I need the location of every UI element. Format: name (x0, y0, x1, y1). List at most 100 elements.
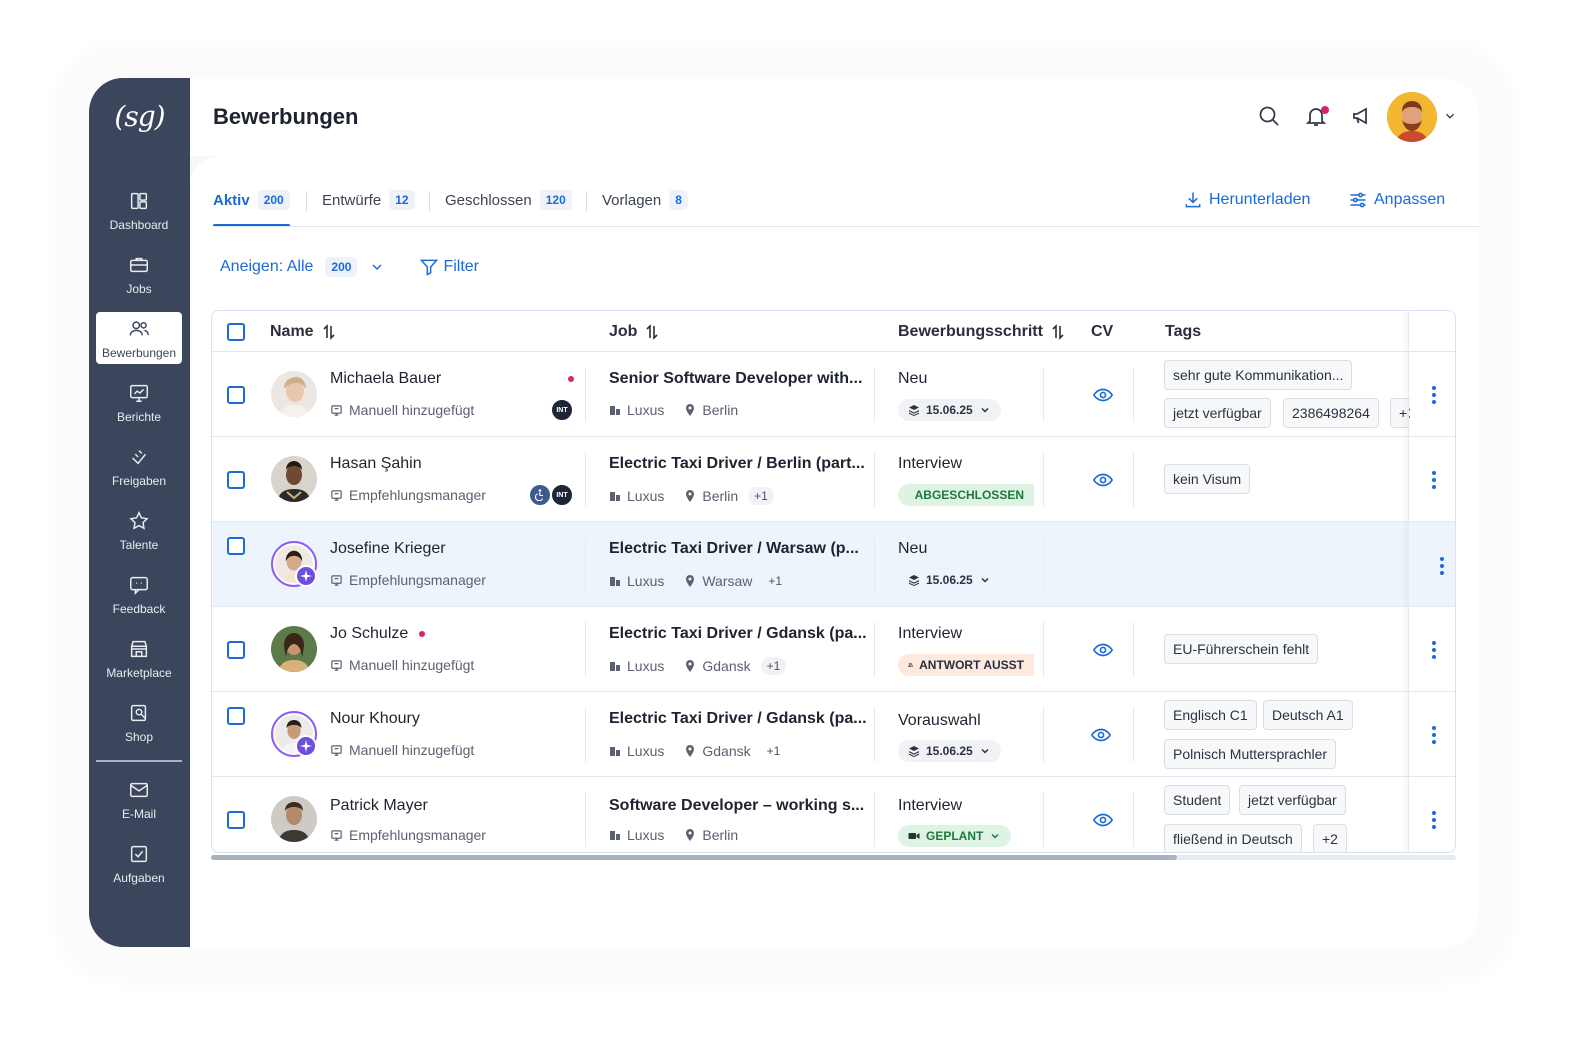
table-row[interactable]: Josefine Krieger Empfehlungsmanager Elec… (212, 522, 1455, 607)
more-locations-chip[interactable]: +1 (762, 572, 788, 590)
sidebar-item-bewerbungen[interactable]: Bewerbungen (96, 312, 182, 364)
candidate-name[interactable]: Hasan Şahin (330, 455, 422, 473)
chevron-down-icon[interactable] (369, 259, 385, 275)
tag[interactable]: Polnisch Muttersprachler (1164, 739, 1337, 769)
cell-divider (1043, 452, 1044, 507)
tag[interactable]: Student (1164, 785, 1231, 815)
filter-icon[interactable] (419, 257, 439, 277)
filter-button[interactable]: Filter (443, 258, 479, 276)
tag-more[interactable]: +3 (1390, 398, 1410, 428)
sort-icon[interactable] (1051, 324, 1065, 340)
search-icon[interactable] (1257, 104, 1281, 128)
eye-icon[interactable] (1092, 469, 1114, 491)
more-locations-chip[interactable]: +1 (748, 487, 774, 505)
sidebar-item-email[interactable]: E-Mail (96, 773, 182, 825)
row-checkbox[interactable] (227, 641, 245, 659)
candidate-name[interactable]: Patrick Mayer (330, 797, 428, 815)
ads-dropdown-label[interactable]: Aneigen: Alle (220, 258, 313, 276)
candidate-avatar[interactable] (271, 456, 317, 502)
tag[interactable]: sehr gute Kommunikation... (1164, 360, 1353, 390)
sidebar-item-shop[interactable]: Shop (96, 696, 182, 748)
row-checkbox[interactable] (227, 471, 245, 489)
candidate-name[interactable]: Josefine Krieger (330, 540, 446, 558)
sidebar-item-feedback[interactable]: Feedback (96, 568, 182, 620)
accessibility-badge (529, 484, 551, 506)
row-checkbox[interactable] (227, 386, 245, 404)
scrollbar-thumb[interactable] (211, 855, 1177, 860)
cell-divider (1043, 367, 1044, 422)
step-status-chip[interactable]: 15.06.25 (898, 740, 1001, 762)
building-icon (610, 492, 620, 501)
tab-aktiv[interactable]: Aktiv 200 (213, 187, 290, 213)
job-title[interactable]: Electric Taxi Driver / Gdansk (pa... (609, 625, 867, 643)
table-row[interactable]: Nour Khoury Manuell hinzugefügt Electric… (212, 692, 1455, 777)
step-status-chip[interactable]: 15.06.25 (898, 569, 1001, 591)
candidate-avatar[interactable] (271, 796, 317, 842)
candidate-avatar[interactable] (271, 371, 317, 417)
job-title[interactable]: Electric Taxi Driver / Warsaw (p... (609, 540, 859, 558)
job-title[interactable]: Senior Software Developer with... (609, 370, 862, 388)
step-status-chip[interactable]: GEPLANT (898, 825, 1012, 847)
job-title[interactable]: Electric Taxi Driver / Berlin (part... (609, 455, 865, 473)
select-all-checkbox[interactable] (227, 323, 245, 341)
more-locations-chip[interactable]: +1 (760, 657, 787, 675)
sidebar-item-berichte[interactable]: Berichte (96, 376, 182, 428)
step-status-chip[interactable]: 15.06.25 (898, 399, 1001, 421)
download-button[interactable]: Herunterladen (1183, 190, 1310, 210)
tag[interactable]: kein Visum (1164, 464, 1251, 494)
eye-icon[interactable] (1090, 724, 1112, 746)
source-icon (331, 489, 342, 501)
source-icon (331, 574, 342, 586)
tag[interactable]: Deutsch A1 (1263, 700, 1353, 730)
candidate-avatar[interactable] (271, 626, 317, 672)
table-row[interactable]: Michaela Bauer Manuell hinzugefügt INT S… (212, 352, 1455, 437)
column-header-step[interactable]: Bewerbungsschritt (898, 323, 1065, 341)
sidebar-item-talente[interactable]: Talente (96, 504, 182, 556)
sidebar-item-marketplace[interactable]: Marketplace (96, 632, 182, 684)
step-status-chip[interactable]: ANTWORT AUSST (898, 654, 1034, 676)
megaphone-icon[interactable] (1350, 104, 1374, 128)
sidebar-item-dashboard[interactable]: Dashboard (96, 184, 182, 236)
table-row[interactable]: Jo Schulze Manuell hinzugefügt Electric … (212, 607, 1455, 692)
sidebar-item-jobs[interactable]: Jobs (96, 248, 182, 300)
location-pin-icon (686, 829, 695, 841)
tag[interactable]: Englisch C1 (1164, 700, 1257, 730)
tag[interactable]: 2386498264 (1283, 398, 1379, 428)
tab-geschlossen[interactable]: Geschlossen 120 (445, 187, 572, 213)
column-header-name[interactable]: Name (270, 323, 336, 341)
eye-icon[interactable] (1092, 384, 1114, 406)
candidate-name[interactable]: Jo Schulze (330, 625, 408, 643)
row-checkbox[interactable] (227, 811, 245, 829)
job-title[interactable]: Software Developer – working s... (609, 797, 864, 815)
user-avatar[interactable] (1387, 92, 1437, 142)
sort-icon[interactable] (645, 324, 659, 340)
app-logo[interactable]: (sg) (89, 100, 190, 133)
sort-icon[interactable] (322, 324, 336, 340)
unread-dot (419, 631, 425, 637)
candidate-name[interactable]: Nour Khoury (330, 710, 420, 728)
eye-icon[interactable] (1092, 809, 1114, 831)
chevron-down-icon[interactable] (1443, 109, 1457, 123)
step-status-chip[interactable]: ABGESCHLOSSEN (898, 484, 1034, 506)
chip-label: ABGESCHLOSSEN (914, 488, 1024, 502)
tag[interactable]: EU-Führerschein fehlt (1164, 634, 1319, 664)
tab-vorlagen[interactable]: Vorlagen 8 (602, 187, 688, 213)
row-checkbox[interactable] (227, 537, 245, 555)
tag[interactable]: jetzt verfügbar (1239, 785, 1346, 815)
job-title[interactable]: Electric Taxi Driver / Gdansk (pa... (609, 710, 867, 728)
column-header-job[interactable]: Job (609, 323, 659, 341)
tag[interactable]: jetzt verfügbar (1164, 398, 1271, 428)
sidebar-item-freigaben[interactable]: Freigaben (96, 440, 182, 492)
customize-button[interactable]: Anpassen (1348, 190, 1445, 210)
tag[interactable]: fließend in Deutsch (1164, 824, 1302, 852)
more-locations-chip[interactable]: +1 (761, 742, 787, 760)
cell-divider (874, 707, 875, 762)
table-row[interactable]: Hasan Şahin Empfehlungsmanager INT Elect… (212, 437, 1455, 522)
tab-entwuerfe[interactable]: Entwürfe 12 (322, 187, 415, 213)
table-row[interactable]: Patrick Mayer Empfehlungsmanager Softwar… (212, 777, 1455, 852)
sidebar-item-aufgaben[interactable]: Aufgaben (96, 837, 182, 889)
candidate-name[interactable]: Michaela Bauer (330, 370, 441, 388)
tag-more[interactable]: +2 (1313, 824, 1347, 852)
row-checkbox[interactable] (227, 707, 245, 725)
eye-icon[interactable] (1092, 639, 1114, 661)
